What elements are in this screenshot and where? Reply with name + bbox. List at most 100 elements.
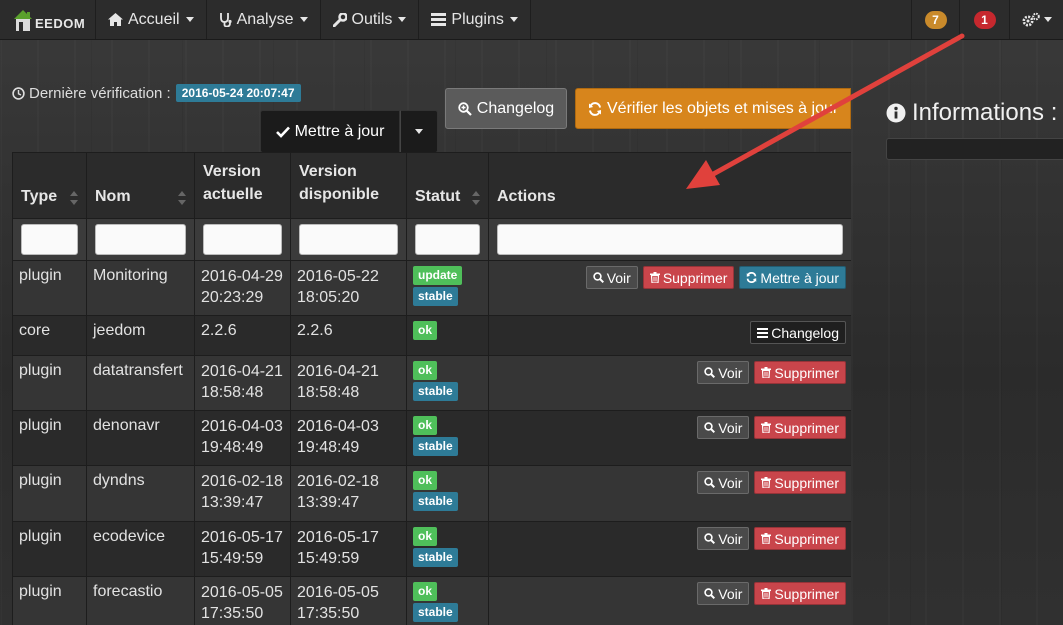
- search-icon: [704, 422, 716, 433]
- verify-updates-button[interactable]: Vérifier les objets et mises à jour: [575, 88, 851, 129]
- cell-status: ok stable: [406, 465, 489, 522]
- name-value: Monitoring: [93, 267, 168, 284]
- view-button[interactable]: Voir: [697, 471, 750, 494]
- column-header-status[interactable]: Statut: [406, 152, 489, 219]
- cell-type: plugin: [12, 260, 87, 316]
- cell-available-version: 2016-05-05 17:35:50: [290, 576, 407, 625]
- column-header-actions: Actions: [488, 152, 851, 219]
- nav-plugins[interactable]: Plugins: [419, 0, 531, 39]
- name-value: dyndns: [93, 472, 145, 489]
- filter-available-version-input[interactable]: [299, 223, 398, 255]
- refresh-icon: [746, 272, 757, 283]
- cell-current-version: 2016-05-17 15:49:59: [194, 521, 291, 577]
- cell-current-version: 2.2.6: [194, 315, 291, 356]
- search-icon: [704, 533, 716, 544]
- update-options-dropdown[interactable]: [400, 110, 438, 153]
- cell-name: dyndns: [86, 465, 195, 522]
- column-header-available-version[interactable]: Version disponible: [290, 152, 407, 219]
- button-label: Voir: [606, 269, 631, 286]
- version-date: 2016-05-05: [201, 584, 283, 601]
- version-time: 17:35:50: [201, 605, 264, 622]
- table-row: plugin forecastio 2016-05-05 17:35:50 2016-0…: [12, 576, 851, 625]
- channel-badge: stable: [413, 287, 458, 306]
- delete-button[interactable]: Supprimer: [642, 266, 735, 289]
- cell-name: Monitoring: [86, 260, 195, 316]
- notification-warning[interactable]: 7: [911, 0, 959, 39]
- chevron-down-icon: [398, 17, 407, 22]
- cell-name: datatransfert: [86, 355, 195, 411]
- cell-available-version: 2.2.6: [290, 315, 407, 356]
- cell-type: plugin: [12, 355, 87, 411]
- filter-type-input[interactable]: [21, 223, 78, 255]
- version-time: 17:35:50: [297, 605, 360, 622]
- column-header-name[interactable]: Nom: [86, 152, 195, 219]
- nav-analyse[interactable]: Analyse: [207, 0, 321, 39]
- header-label: actuelle: [203, 186, 263, 203]
- name-value: jeedom: [93, 322, 146, 339]
- channel-badge: stable: [413, 603, 458, 622]
- delete-button[interactable]: Supprimer: [754, 527, 846, 550]
- notification-danger[interactable]: 1: [959, 0, 1009, 39]
- trash-icon: [761, 367, 772, 378]
- cell-status: ok stable: [406, 521, 489, 577]
- check-icon: [275, 126, 290, 138]
- trash-icon: [761, 588, 772, 599]
- filter-current-version-input[interactable]: [203, 223, 282, 255]
- cell-current-version: 2016-05-05 17:35:50: [194, 576, 291, 625]
- filter-name-input[interactable]: [95, 223, 186, 255]
- delete-button[interactable]: Supprimer: [754, 416, 846, 439]
- version-time: 15:49:59: [201, 550, 264, 567]
- clock-icon: [12, 86, 25, 100]
- informations-bar: [886, 138, 1063, 160]
- delete-button[interactable]: Supprimer: [754, 471, 846, 494]
- cell-name: jeedom: [86, 315, 195, 356]
- header-label: Version: [203, 163, 261, 180]
- cell-available-version: 2016-04-03 19:48:49: [290, 410, 407, 466]
- type-value: plugin: [19, 362, 62, 379]
- filter-actions-input[interactable]: [497, 223, 843, 255]
- header-label: Version: [299, 163, 357, 180]
- view-button[interactable]: Voir: [697, 416, 750, 439]
- view-button[interactable]: Voir: [585, 266, 638, 289]
- version-time: 13:39:47: [201, 494, 264, 511]
- view-button[interactable]: Voir: [697, 527, 750, 550]
- column-header-current-version[interactable]: Version actuelle: [194, 152, 291, 219]
- cell-type: plugin: [12, 410, 87, 466]
- delete-button[interactable]: Supprimer: [754, 361, 846, 384]
- nav-outils[interactable]: Outils: [321, 0, 420, 39]
- search-icon: [704, 367, 716, 378]
- filter-row: [12, 218, 851, 261]
- chevron-down-icon: [1044, 17, 1052, 22]
- sort-icon: [472, 191, 480, 205]
- stethoscope-icon: [219, 12, 232, 27]
- cell-available-version: 2016-04-21 18:58:48: [290, 355, 407, 411]
- version-time: 20:23:29: [201, 289, 264, 306]
- button-label: Supprimer: [774, 530, 839, 547]
- channel-badge: stable: [413, 492, 458, 511]
- cell-status: ok: [406, 315, 489, 356]
- informations-title: Informations :: [886, 99, 1057, 127]
- delete-button[interactable]: Supprimer: [754, 582, 846, 605]
- view-button[interactable]: Voir: [697, 582, 750, 605]
- cell-actions: Voir Supprimer: [488, 521, 851, 577]
- button-label: Voir: [718, 585, 743, 602]
- cell-actions: Voir Supprimer: [488, 355, 851, 411]
- update-row-button[interactable]: Mettre à jour: [739, 266, 846, 289]
- type-value: plugin: [19, 583, 62, 600]
- nav-accueil[interactable]: Accueil: [96, 0, 207, 39]
- cell-actions: Voir Supprimer: [488, 465, 851, 522]
- version-date: 2016-04-21: [201, 363, 283, 380]
- cell-actions: Voir Supprimer: [488, 410, 851, 466]
- update-all-button[interactable]: Mettre à jour: [260, 110, 400, 153]
- cell-status: update stable: [406, 260, 489, 316]
- view-button[interactable]: Voir: [697, 361, 750, 384]
- settings-menu[interactable]: [1009, 0, 1063, 39]
- table-row: plugin Monitoring 2016-04-29 20:23:29 2016-0…: [12, 260, 851, 316]
- column-header-type[interactable]: Type: [12, 152, 87, 219]
- chevron-down-icon: [415, 129, 423, 134]
- jeedom-logo[interactable]: EEDOM: [0, 0, 96, 39]
- changelog-row-button[interactable]: Changelog: [750, 321, 846, 344]
- chevron-down-icon: [509, 17, 518, 22]
- changelog-button[interactable]: Changelog: [445, 88, 567, 129]
- filter-status-input[interactable]: [415, 223, 480, 255]
